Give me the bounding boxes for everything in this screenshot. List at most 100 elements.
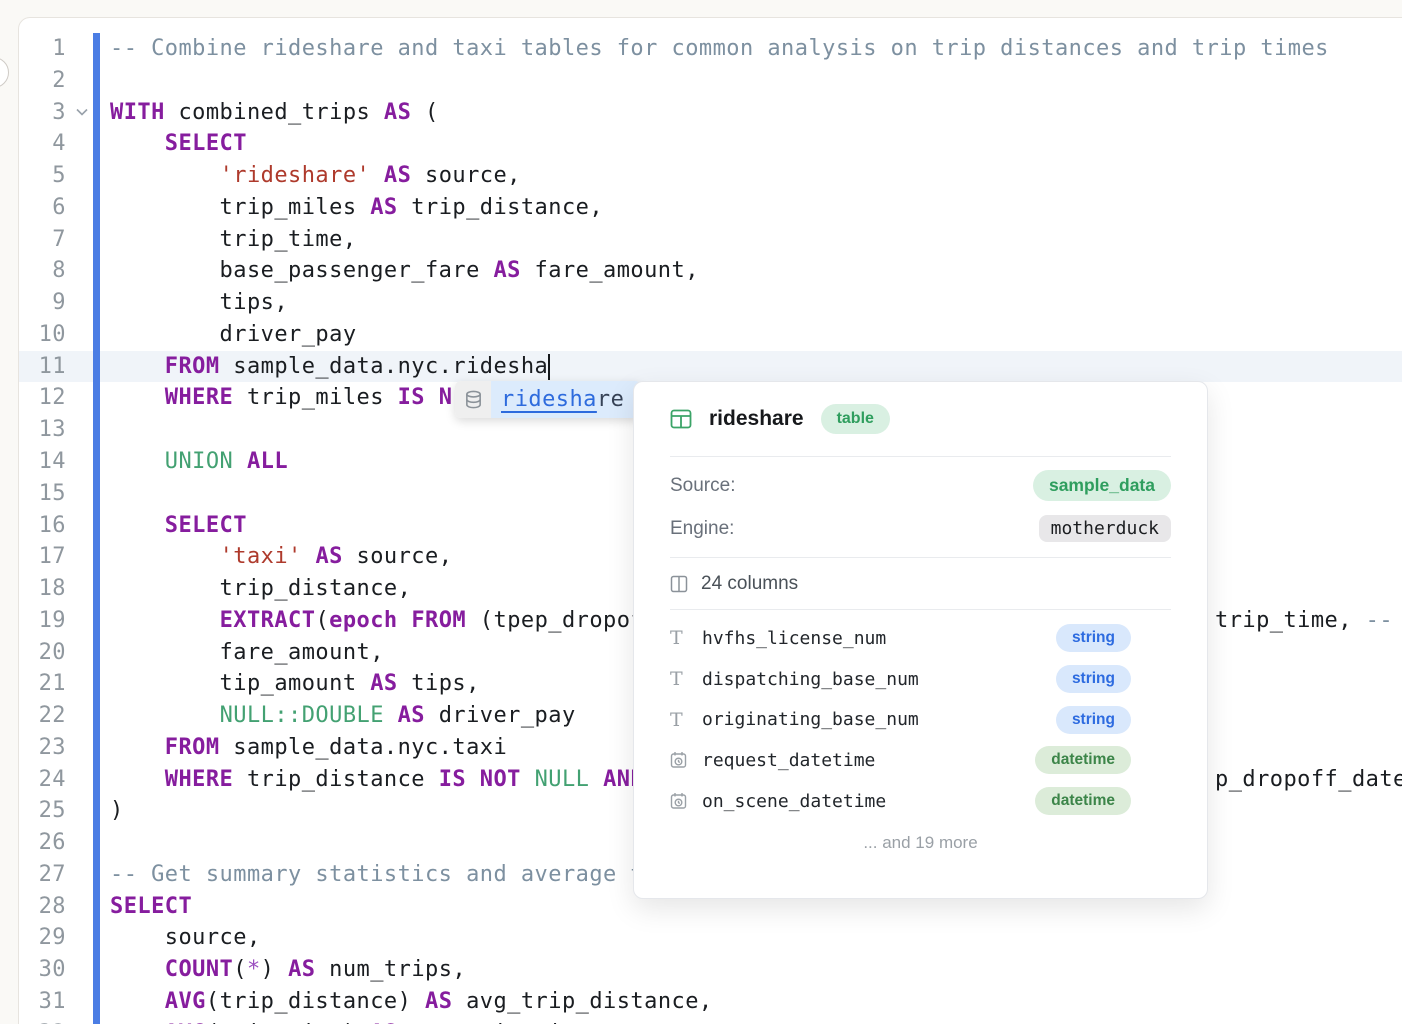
code-text: trip_miles AS trip_distance,: [110, 192, 603, 224]
code-text: driver_pay: [110, 319, 357, 351]
line-number: 29: [0, 922, 66, 954]
column-name: request_datetime: [702, 750, 1035, 771]
code-text: trip_time,: [110, 224, 357, 256]
column-row: Tdispatching_base_numstring: [670, 659, 1171, 700]
source-row: Source: sample_data: [670, 464, 1171, 507]
text-type-icon: T: [670, 668, 702, 690]
code-text: trip_distance,: [110, 573, 411, 605]
code-text-fragment: p_dropoff_datet: [1215, 764, 1402, 796]
column-list: Thvfhs_license_numstringTdispatching_bas…: [670, 610, 1171, 821]
autocomplete-match-text: ridesha: [501, 387, 597, 412]
line-number: 8: [0, 255, 66, 287]
column-type-badge: datetime: [1035, 787, 1131, 815]
code-text: -- Get summary statistics and average t: [110, 859, 644, 891]
calendar-clock-icon: [670, 751, 702, 769]
text-type-icon: T: [670, 709, 702, 731]
code-text: fare_amount,: [110, 637, 384, 669]
table-meta: Source: sample_data Engine: motherduck: [670, 457, 1171, 557]
columns-count: 24 columns: [701, 573, 798, 595]
code-line: 2: [0, 65, 1402, 97]
code-line: 4 SELECT: [0, 128, 1402, 160]
code-text: WITH combined_trips AS (: [110, 97, 439, 129]
line-number: 6: [0, 192, 66, 224]
source-label: Source:: [670, 475, 735, 497]
autocomplete-rest-text: re: [597, 387, 624, 412]
calendar-clock-icon: [670, 792, 702, 810]
column-name: hvfhs_license_num: [702, 628, 1056, 649]
engine-label: Engine:: [670, 518, 734, 540]
line-number: 16: [0, 510, 66, 542]
column-row: request_datetimedatetime: [670, 740, 1171, 781]
code-text: NULL::DOUBLE AS driver_pay: [110, 700, 576, 732]
app-window: 1-- Combine rideshare and taxi tables fo…: [0, 0, 1402, 1024]
more-columns-text: ... and 19 more: [670, 833, 1171, 853]
column-name: on_scene_datetime: [702, 791, 1035, 812]
code-text: tip_amount AS tips,: [110, 668, 480, 700]
line-number: 3: [0, 97, 66, 129]
line-number: 17: [0, 541, 66, 573]
columns-count-row: 24 columns: [670, 558, 1171, 609]
line-number: 28: [0, 891, 66, 923]
line-number: 22: [0, 700, 66, 732]
line-number: 26: [0, 827, 66, 859]
table-type-badge: table: [821, 404, 890, 434]
code-text: SELECT: [110, 891, 192, 923]
engine-row: Engine: motherduck: [670, 507, 1171, 550]
column-row: Thvfhs_license_numstring: [670, 618, 1171, 659]
code-line: 7 trip_time,: [0, 224, 1402, 256]
code-text: tips,: [110, 287, 288, 319]
code-text: AVG(trip_distance) AS avg_trip_distance,: [110, 986, 713, 1018]
line-number: 23: [0, 732, 66, 764]
code-text: FROM sample_data.nyc.taxi: [110, 732, 507, 764]
line-number: 9: [0, 287, 66, 319]
code-text: SELECT: [110, 128, 247, 160]
line-number: 20: [0, 637, 66, 669]
database-icon: [455, 381, 491, 418]
code-text: 'rideshare' AS source,: [110, 160, 521, 192]
code-text: SELECT: [110, 510, 247, 542]
autocomplete-item-rideshare[interactable]: rideshare: [491, 381, 641, 418]
engine-badge: motherduck: [1039, 515, 1171, 542]
code-text: ): [110, 795, 124, 827]
code-line: 5 'rideshare' AS source,: [0, 160, 1402, 192]
fold-chevron-icon[interactable]: [72, 97, 92, 129]
line-number: 4: [0, 128, 66, 160]
line-number: 32: [0, 1018, 66, 1024]
line-number: 15: [0, 478, 66, 510]
line-number: 25: [0, 795, 66, 827]
line-number: 24: [0, 764, 66, 796]
text-cursor: [548, 354, 550, 380]
table-card-header: rideshare table: [670, 382, 1171, 456]
code-text: FROM sample_data.nyc.ridesha: [110, 351, 548, 383]
line-number: 31: [0, 986, 66, 1018]
code-line: 1-- Combine rideshare and taxi tables fo…: [0, 33, 1402, 65]
line-number: 13: [0, 414, 66, 446]
table-info-card: rideshare table Source: sample_data Engi…: [633, 381, 1208, 899]
column-name: dispatching_base_num: [702, 669, 1056, 690]
code-line: 30 COUNT(*) AS num_trips,: [0, 954, 1402, 986]
code-line: 8 base_passenger_fare AS fare_amount,: [0, 255, 1402, 287]
code-text: 'taxi' AS source,: [110, 541, 452, 573]
code-line: 31 AVG(trip_distance) AS avg_trip_distan…: [0, 986, 1402, 1018]
autocomplete-popup: rideshare: [455, 381, 641, 418]
code-text: COUNT(*) AS num_trips,: [110, 954, 466, 986]
code-text: base_passenger_fare AS fare_amount,: [110, 255, 699, 287]
line-number: 5: [0, 160, 66, 192]
code-line: 3 WITH combined_trips AS (: [0, 97, 1402, 129]
code-text-fragment: trip_time, --: [1215, 605, 1393, 637]
code-text: AVG(trip_time) AS avg_trip_time,: [110, 1018, 603, 1024]
column-type-badge: string: [1056, 665, 1131, 693]
table-title: rideshare: [709, 407, 804, 431]
code-line: 29 source,: [0, 922, 1402, 954]
column-row: Toriginating_base_numstring: [670, 699, 1171, 740]
source-badge: sample_data: [1033, 470, 1171, 501]
code-line: 9 tips,: [0, 287, 1402, 319]
code-line: 6 trip_miles AS trip_distance,: [0, 192, 1402, 224]
columns-icon: [670, 575, 688, 593]
line-number: 14: [0, 446, 66, 478]
line-number: 2: [0, 65, 66, 97]
text-type-icon: T: [670, 627, 702, 649]
code-text: WHERE trip_miles IS N: [110, 382, 452, 414]
line-number: 27: [0, 859, 66, 891]
line-number: 12: [0, 382, 66, 414]
